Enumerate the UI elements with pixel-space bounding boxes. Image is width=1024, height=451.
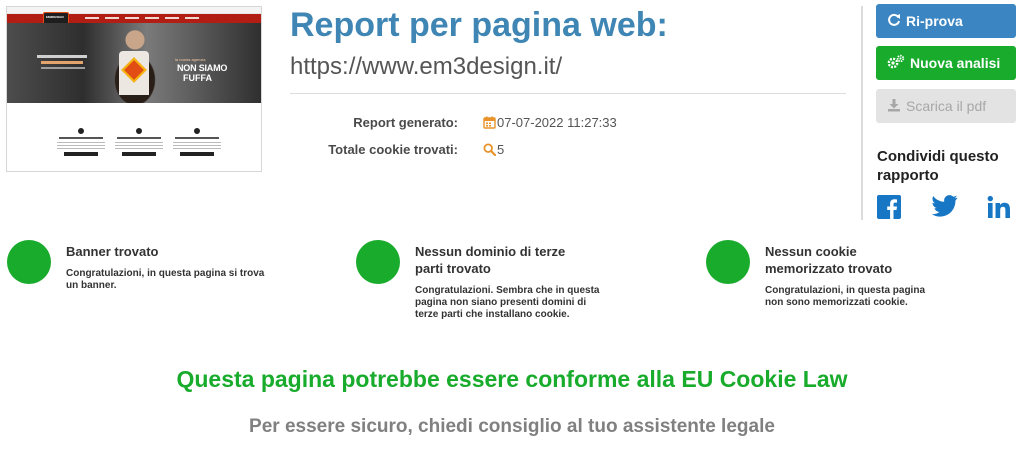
gears-icon bbox=[887, 54, 905, 72]
total-cookies-label: Totale cookie trovati: bbox=[328, 142, 458, 157]
thumbnail-hero-small-text: la nostra agenzia bbox=[175, 57, 206, 62]
report-url: https://www.em3design.it/ bbox=[290, 53, 563, 80]
status-ok-indicator bbox=[7, 240, 51, 284]
download-pdf-button[interactable]: Scarica il pdf bbox=[876, 89, 1016, 123]
calendar-icon bbox=[483, 116, 496, 129]
retry-button-label: Ri-prova bbox=[906, 13, 963, 29]
thumbnail-body bbox=[7, 120, 261, 171]
search-icon bbox=[483, 143, 496, 156]
result-description: Congratulazioni. Sembra che in questa pa… bbox=[415, 285, 600, 320]
total-cookies-value: 5 bbox=[483, 142, 504, 157]
thumbnail-nav-links bbox=[85, 17, 199, 19]
compliance-headline: Questa pagina potrebbe essere conforme a… bbox=[176, 366, 848, 392]
twitter-icon[interactable] bbox=[931, 195, 958, 222]
thumbnail-hero-headline-2: FUFFA bbox=[183, 73, 212, 83]
linkedin-icon[interactable] bbox=[987, 195, 1011, 224]
result-title: Nessun cookie memorizzato trovato bbox=[765, 244, 893, 276]
facebook-icon[interactable] bbox=[877, 195, 901, 224]
report-generated-date: 07-07-2022 11:27:33 bbox=[497, 115, 617, 130]
result-title: Nessun dominio di terze parti trovato bbox=[415, 244, 566, 276]
new-analysis-button[interactable]: Nuova analisi bbox=[876, 46, 1016, 80]
thumbnail-hero-headline: NON SIAMO bbox=[177, 63, 228, 73]
share-heading: Condividi questo rapporto bbox=[877, 148, 999, 184]
thumbnail-navbar: EM3DESIGN bbox=[7, 12, 261, 25]
page-title: Report per pagina web: bbox=[290, 6, 668, 44]
website-screenshot-thumbnail: EM3DESIGN la nostra agenzia NON SIAMO FU… bbox=[6, 6, 262, 172]
report-generated-value: 07-07-2022 11:27:33 bbox=[483, 115, 617, 130]
result-description: Congratulazioni, in questa pagina si tro… bbox=[66, 268, 265, 291]
status-ok-indicator bbox=[356, 240, 400, 284]
thumbnail-hero-image: la nostra agenzia NON SIAMO FUFFA bbox=[7, 23, 261, 103]
retry-button[interactable]: Ri-prova bbox=[876, 4, 1016, 38]
legal-advice-text: Per essere sicuro, chiedi consiglio al t… bbox=[249, 416, 775, 437]
title-divider bbox=[290, 93, 846, 94]
report-generated-label: Report generato: bbox=[353, 115, 458, 130]
refresh-icon bbox=[887, 13, 901, 30]
download-icon bbox=[887, 98, 901, 115]
status-ok-indicator bbox=[706, 240, 750, 284]
result-description: Congratulazioni, in questa pagina non so… bbox=[765, 285, 926, 308]
download-pdf-button-label: Scarica il pdf bbox=[906, 98, 987, 114]
total-cookies-count: 5 bbox=[497, 142, 505, 157]
sidebar-divider bbox=[861, 6, 863, 220]
result-title: Banner trovato bbox=[66, 244, 159, 259]
new-analysis-button-label: Nuova analisi bbox=[910, 55, 1001, 71]
